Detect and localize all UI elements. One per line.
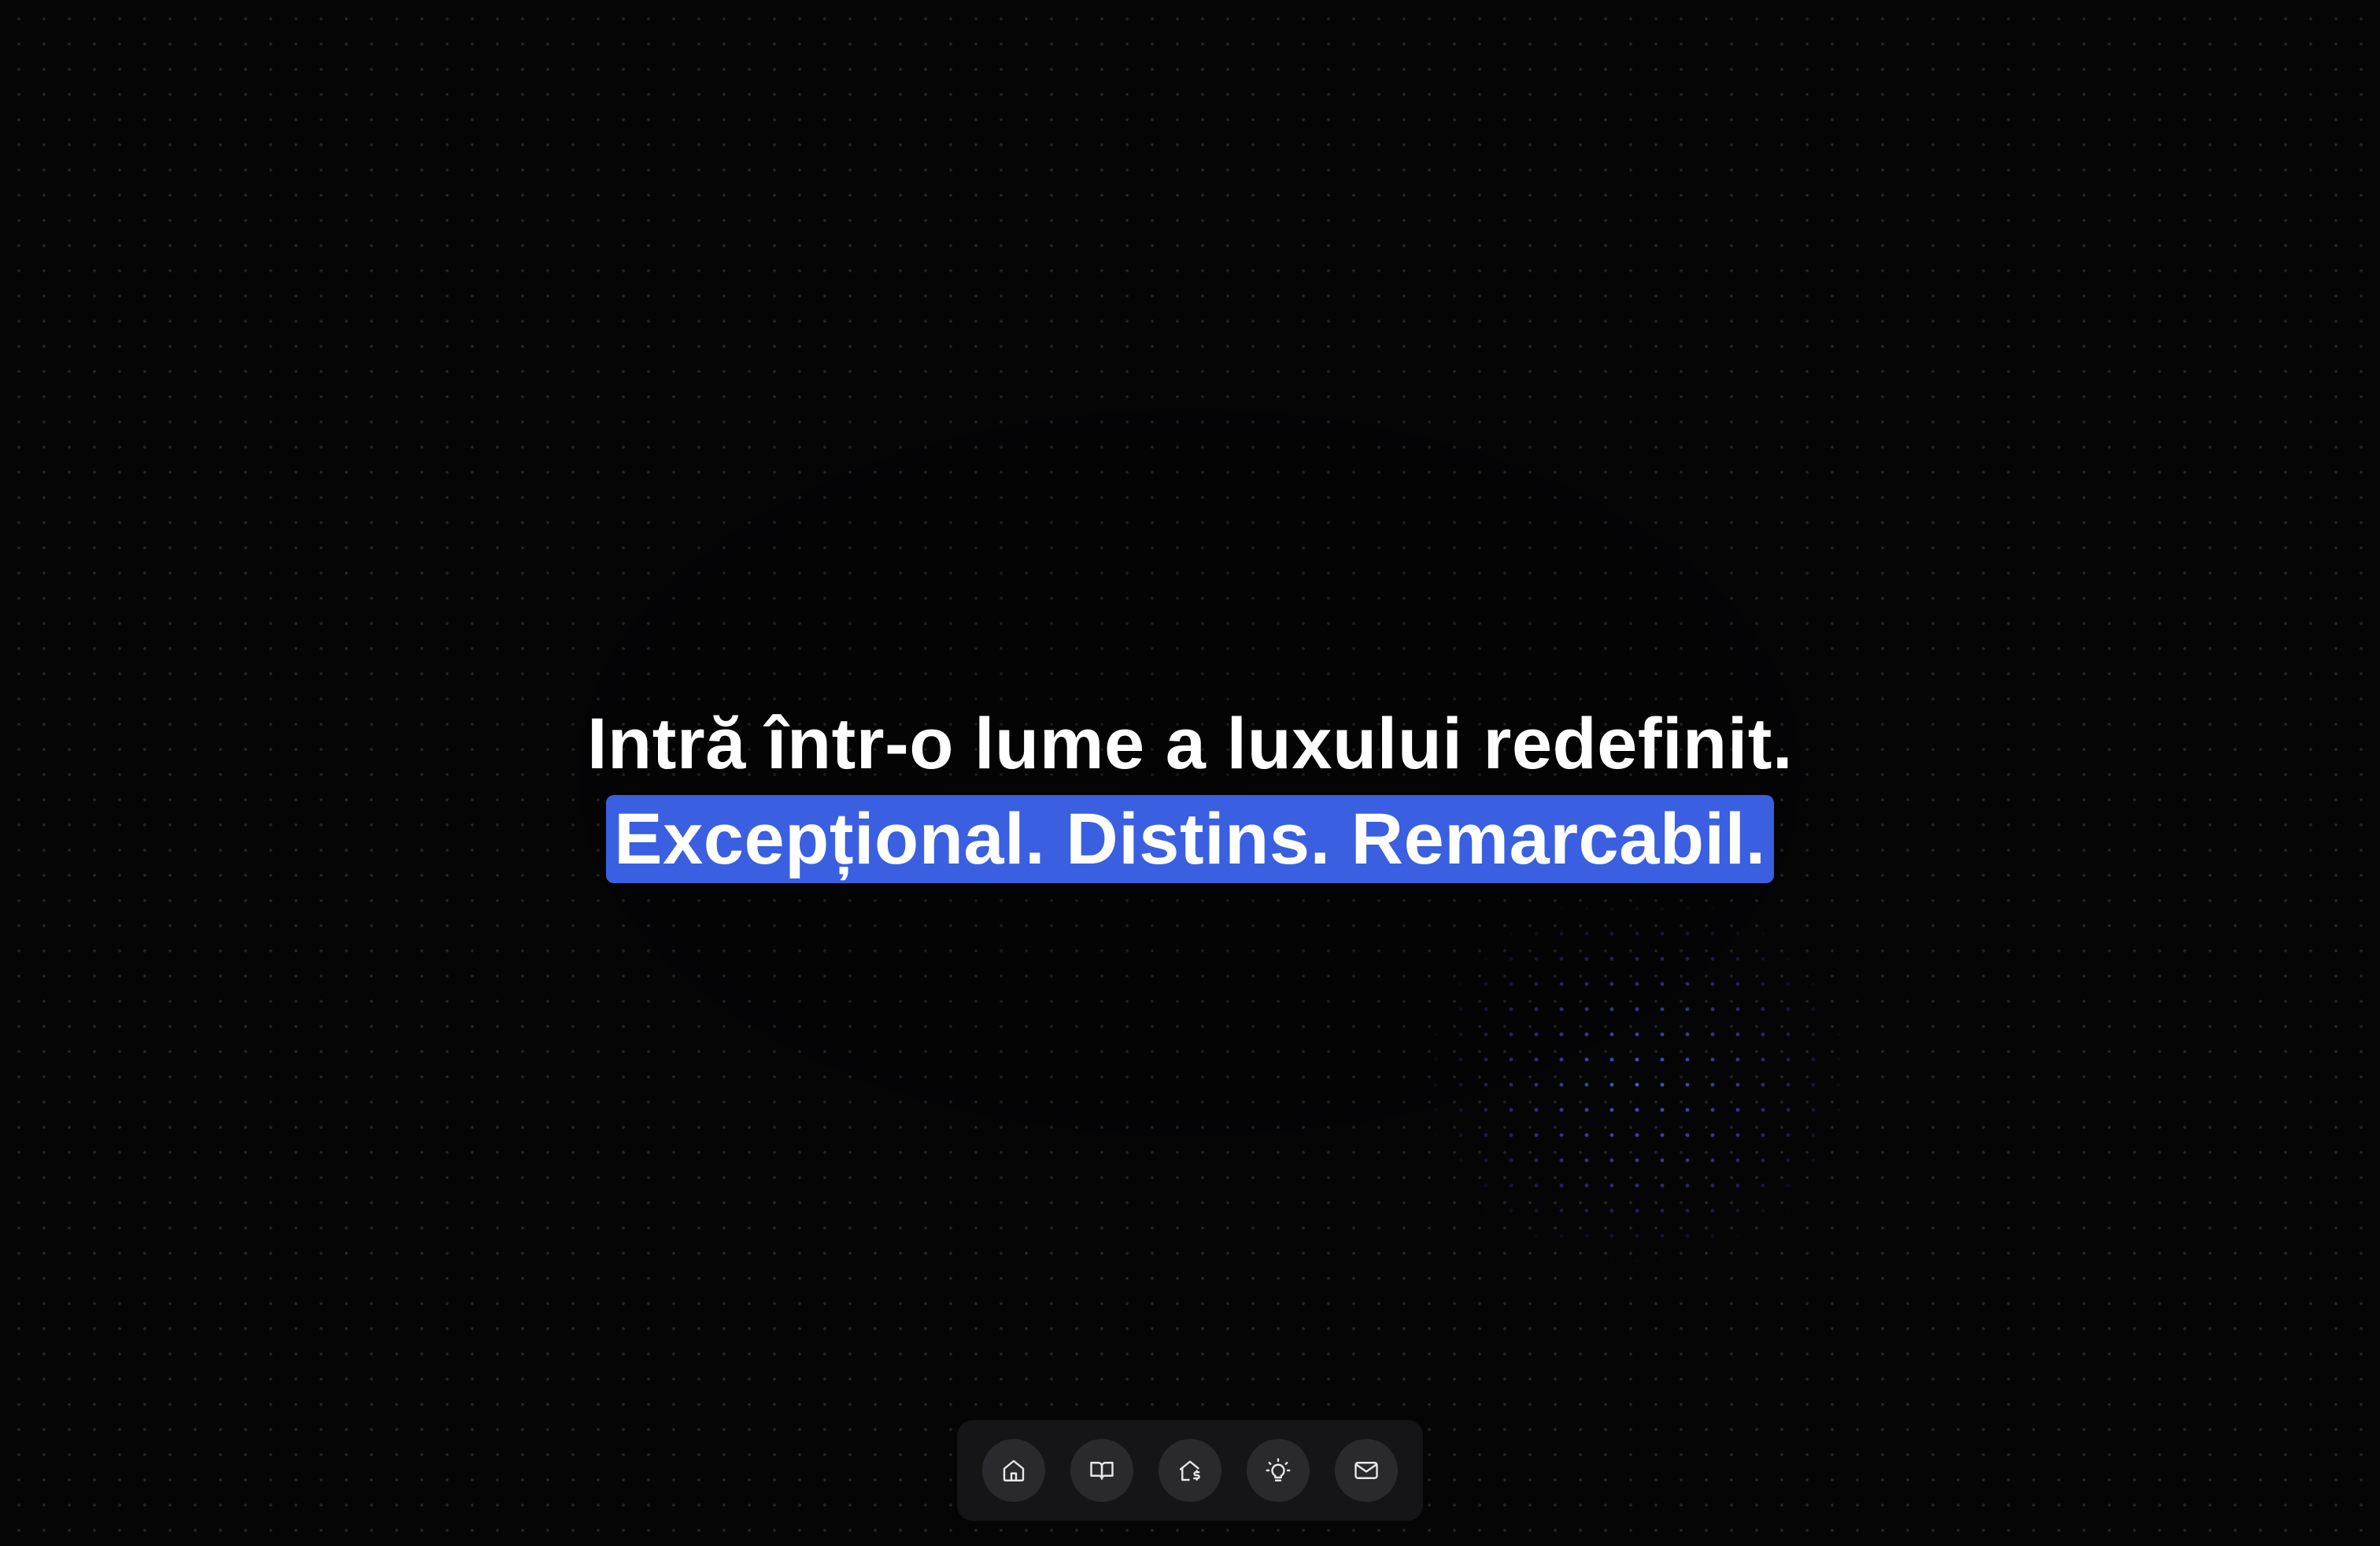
dock-button-home[interactable] (982, 1439, 1045, 1502)
book-icon (1090, 1462, 1114, 1480)
dock-button-contact[interactable] (1335, 1439, 1398, 1502)
home-icon (1003, 1459, 1025, 1481)
dock-button-house-price[interactable] (1159, 1439, 1221, 1502)
page: Intră într-o lume a luxului redefinit. E… (0, 0, 2380, 1546)
hero-tagline-wrapper: Excepțional. Distins. Remarcabil. (0, 795, 2380, 890)
lightbulb-icon (1266, 1458, 1291, 1481)
bottom-dock-nav (957, 1420, 1423, 1521)
hero-tagline-highlight: Excepțional. Distins. Remarcabil. (606, 795, 1774, 883)
hero-headline: Intră într-o lume a luxului redefinit. (586, 704, 1793, 784)
hero-section: Intră într-o lume a luxului redefinit. E… (0, 693, 2380, 890)
mail-icon (1354, 1462, 1378, 1479)
dock-button-ideas[interactable] (1247, 1439, 1310, 1502)
house-price-icon (1179, 1460, 1200, 1481)
dock-button-book[interactable] (1070, 1439, 1133, 1502)
